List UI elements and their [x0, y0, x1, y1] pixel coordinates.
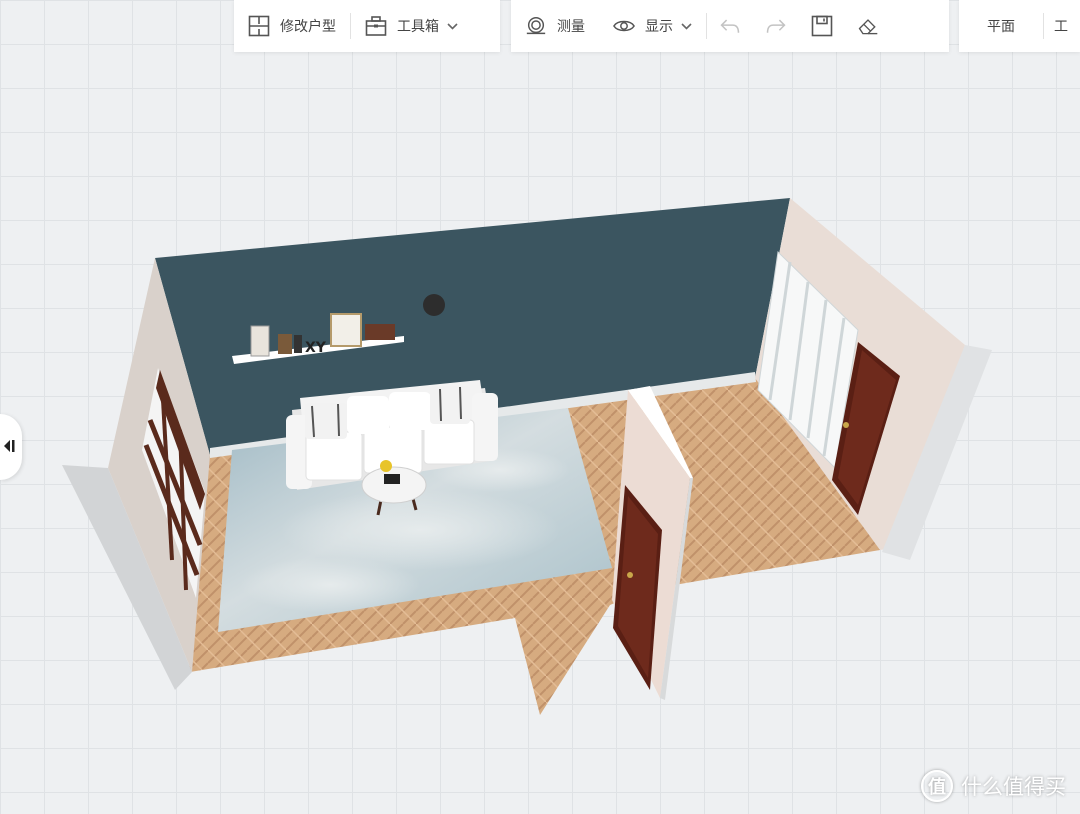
- clear-button[interactable]: [845, 0, 891, 52]
- undo-icon: [719, 15, 741, 37]
- save-button[interactable]: [799, 0, 845, 52]
- watermark-text: 什么值得买: [961, 775, 1066, 799]
- svg-text:XY: XY: [305, 340, 327, 356]
- measure-button[interactable]: 测量: [511, 0, 599, 52]
- toolbox-label: 工具箱: [397, 19, 439, 35]
- view-mode-button[interactable]: 工: [1044, 0, 1068, 52]
- measure-label: 测量: [557, 19, 585, 35]
- undo-button[interactable]: [707, 0, 753, 52]
- chevron-down-icon: [681, 20, 692, 33]
- toolbox-dropdown[interactable]: 工具箱: [351, 0, 472, 52]
- room-3d-view[interactable]: XY: [0, 0, 1080, 814]
- display-dropdown[interactable]: 显示: [599, 0, 706, 52]
- plan-view-button[interactable]: 平面: [959, 0, 1043, 52]
- toolbar-group-view: 测量 显示: [511, 0, 949, 52]
- modify-layout-button[interactable]: 修改户型: [234, 0, 350, 52]
- toolbar-group-viewmode: 平面 工: [959, 0, 1080, 52]
- save-icon: [811, 15, 833, 37]
- measure-icon: [525, 15, 547, 37]
- collapse-left-icon: [2, 438, 16, 457]
- display-label: 显示: [645, 19, 673, 35]
- eraser-icon: [857, 15, 879, 37]
- toolbar-group-layout: 修改户型 工具箱: [234, 0, 500, 52]
- plan-view-label: 平面: [987, 19, 1015, 35]
- eye-icon: [613, 15, 635, 37]
- chevron-down-icon: [447, 20, 458, 33]
- watermark-badge: 值: [921, 770, 953, 802]
- toolbox-icon: [365, 15, 387, 37]
- floorplan-icon: [248, 15, 270, 37]
- wall-clock: [423, 294, 445, 316]
- modify-layout-label: 修改户型: [280, 19, 336, 35]
- redo-button[interactable]: [753, 0, 799, 52]
- redo-icon: [765, 15, 787, 37]
- view-mode-label: 工: [1054, 19, 1068, 35]
- watermark: 值 什么值得买: [921, 770, 1066, 802]
